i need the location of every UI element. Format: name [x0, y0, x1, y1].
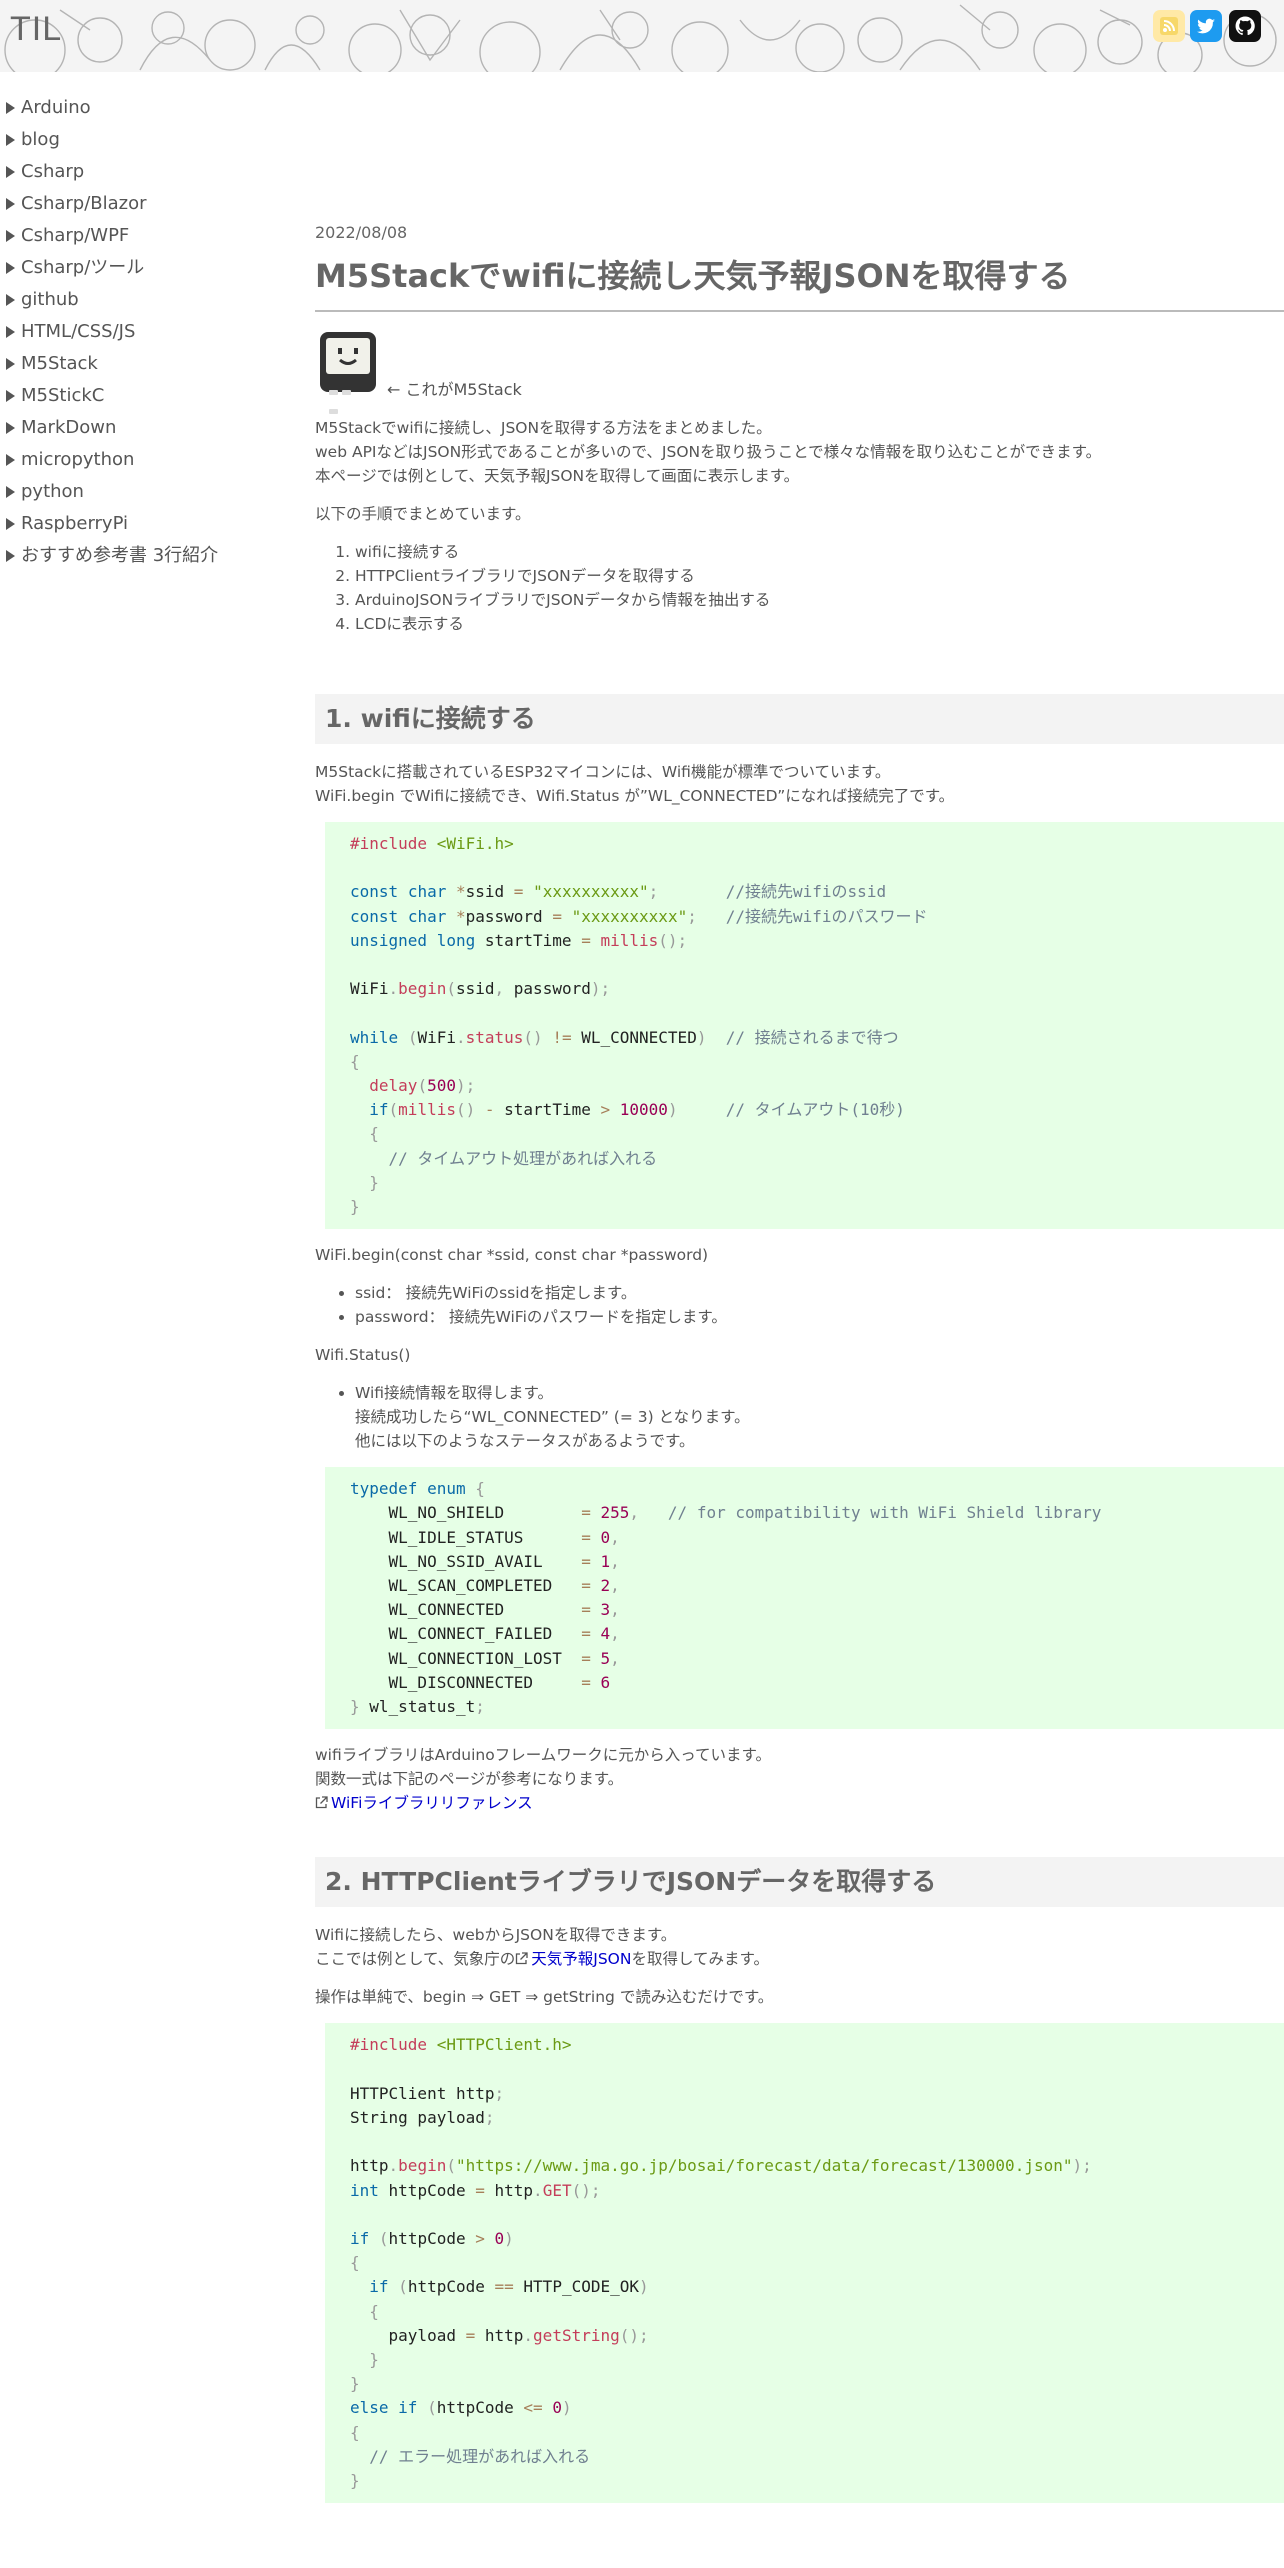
expand-triangle-icon — [6, 198, 15, 210]
expand-triangle-icon — [6, 262, 15, 274]
sidebar-item-csharp-tools[interactable]: Csharp/ツール — [0, 252, 300, 284]
expand-triangle-icon — [6, 454, 15, 466]
rss-icon — [1160, 17, 1178, 35]
steps-intro: 以下の手順でまとめています。 — [315, 505, 531, 523]
sidebar-item-csharp-blazor[interactable]: Csharp/Blazor — [0, 188, 300, 220]
intro-line: 本ページでは例として、天気予報JSONを取得して画面に表示します。 — [315, 467, 800, 485]
article: 2022/08/08 M5Stackでwifiに接続し天気予報JSONを取得する… — [315, 220, 1284, 2504]
paragraph-line: WiFi.begin でWifiに接続でき、Wifi.Status が”WL_C… — [315, 787, 955, 805]
github-icon — [1235, 16, 1255, 36]
expand-triangle-icon — [6, 294, 15, 306]
sidebar-item-label: Csharp/WPF — [21, 225, 130, 246]
status-desc-list: Wifi接続情報を取得します。 接続成功したら“WL_CONNECTED” (=… — [315, 1381, 1284, 1453]
sidebar-item-micropython[interactable]: micropython — [0, 444, 300, 476]
m5stack-figure: ← これがM5Stack — [315, 332, 1284, 414]
function-signature: WiFi.begin(const char *ssid, const char … — [315, 1246, 709, 1265]
wifi-library-reference-link[interactable]: WiFiライブラリリファレンス — [331, 1794, 533, 1812]
expand-triangle-icon — [6, 230, 15, 242]
weather-json-link[interactable]: 天気予報JSON — [531, 1950, 631, 1968]
expand-triangle-icon — [6, 518, 15, 530]
code-block-status-enum[interactable]: typedef enum { WL_NO_SHIELD = 255, // fo… — [325, 1467, 1284, 1730]
github-button[interactable] — [1229, 10, 1261, 42]
sidebar-item-csharp[interactable]: Csharp — [0, 156, 300, 188]
site-title[interactable]: TIL — [10, 10, 62, 49]
sidebar-item-arduino[interactable]: Arduino — [0, 92, 300, 124]
expand-triangle-icon — [6, 550, 15, 562]
paragraph-line: wifiライブラリはArduinoフレームワークに元から入っています。 — [315, 1746, 771, 1765]
sidebar-item-m5stickc[interactable]: M5StickC — [0, 380, 300, 412]
list-item: ArduinoJSONライブラリでJSONデータから情報を抽出する — [355, 588, 1284, 612]
title-divider — [315, 310, 1284, 312]
sidebar-item-label: Csharp/ツール — [21, 257, 145, 278]
list-item: ssid： 接続先WiFiのssidを指定します。 — [355, 1281, 1284, 1305]
sidebar-item-html-css-js[interactable]: HTML/CSS/JS — [0, 316, 300, 348]
sidebar-category-tree: Arduino blog Csharp Csharp/Blazor Csharp… — [0, 92, 300, 572]
sidebar-item-label: Arduino — [21, 97, 91, 118]
m5stack-image — [320, 332, 376, 414]
list-item: wifiに接続する — [355, 540, 1284, 564]
post-date: 2022/08/08 — [315, 223, 408, 242]
paragraph-line: ここでは例として、気象庁の 天気予報JSONを取得してみます。 — [315, 1948, 769, 1969]
intro-line: M5Stackでwifiに接続し、JSONを取得する方法をまとめました。 — [315, 419, 772, 437]
paragraph-line: Wifiに接続したら、webからJSONを取得できます。 — [315, 1926, 677, 1945]
sidebar-item-label: blog — [21, 129, 60, 150]
sidebar-item-label: HTML/CSS/JS — [21, 321, 136, 342]
sidebar-item-label: おすすめ参考書 3行紹介 — [21, 545, 219, 566]
expand-triangle-icon — [6, 166, 15, 178]
sidebar-item-python[interactable]: python — [0, 476, 300, 508]
smile-face-icon — [338, 348, 358, 365]
page-title: M5Stackでwifiに接続し天気予報JSONを取得する — [315, 257, 1071, 295]
sidebar-item-raspberrypi[interactable]: RaspberryPi — [0, 508, 300, 540]
sidebar-item-label: Csharp — [21, 161, 85, 182]
twitter-icon — [1197, 18, 1215, 34]
paragraph-line: 関数一式は下記のページが参考になります。 — [315, 1770, 624, 1789]
expand-triangle-icon — [6, 422, 15, 434]
sidebar-item-csharp-wpf[interactable]: Csharp/WPF — [0, 220, 300, 252]
steps-list: wifiに接続する HTTPClientライブラリでJSONデータを取得する A… — [315, 540, 1284, 636]
sidebar-item-recommended-books[interactable]: おすすめ参考書 3行紹介 — [0, 540, 300, 572]
site-header: TIL — [0, 0, 1284, 72]
twitter-button[interactable] — [1190, 10, 1222, 42]
list-item: password： 接続先WiFiのパスワードを指定します。 — [355, 1305, 1284, 1329]
rss-button[interactable] — [1153, 10, 1185, 42]
function-signature: Wifi.Status() — [315, 1346, 411, 1365]
code-block-httpclient[interactable]: #include <HTTPClient.h> HTTPClient http;… — [325, 2023, 1284, 2504]
section-heading: 2. HTTPClientライブラリでJSONデータを取得する — [315, 1857, 1284, 1908]
sidebar-item-label: github — [21, 289, 79, 310]
sidebar-item-label: RaspberryPi — [21, 513, 129, 534]
sidebar-item-label: python — [21, 481, 84, 502]
sidebar-item-label: MarkDown — [21, 417, 117, 438]
sidebar-item-label: micropython — [21, 449, 135, 470]
m5stack-buttons — [329, 380, 367, 414]
expand-triangle-icon — [6, 134, 15, 146]
expand-triangle-icon — [6, 102, 15, 114]
code-block-wifi[interactable]: #include <WiFi.h> const char *ssid = "xx… — [325, 822, 1284, 1230]
expand-triangle-icon — [6, 390, 15, 402]
sidebar-item-label: Csharp/Blazor — [21, 193, 147, 214]
header-doodle-illustration — [4, 4, 1277, 72]
list-item: LCDに表示する — [355, 612, 1284, 636]
paragraph-line: M5Stackに搭載されているESP32マイコンには、Wifi機能が標準でついて… — [315, 763, 891, 781]
image-caption: ← これがM5Stack — [387, 380, 522, 399]
paragraph-line: 操作は単純で、begin ⇒ GET ⇒ getString で読み込むだけです… — [315, 1988, 774, 2007]
sidebar-item-m5stack[interactable]: M5Stack — [0, 348, 300, 380]
expand-triangle-icon — [6, 358, 15, 370]
section-heading: 1. wifiに接続する — [315, 694, 1284, 744]
sidebar-item-github[interactable]: github — [0, 284, 300, 316]
expand-triangle-icon — [6, 326, 15, 338]
begin-params-list: ssid： 接続先WiFiのssidを指定します。 password： 接続先W… — [315, 1281, 1284, 1329]
list-item: HTTPClientライブラリでJSONデータを取得する — [355, 564, 1284, 588]
sidebar-item-label: M5StickC — [21, 385, 105, 406]
intro-line: web APIなどはJSON形式であることが多いので、JSONを取り扱うことで様… — [315, 443, 1102, 461]
m5stack-screen — [326, 338, 370, 374]
sidebar-item-label: M5Stack — [21, 353, 98, 374]
external-link-icon — [515, 1948, 528, 1965]
expand-triangle-icon — [6, 486, 15, 498]
external-link-icon — [315, 1792, 328, 1809]
sidebar-item-blog[interactable]: blog — [0, 124, 300, 156]
sidebar-item-markdown[interactable]: MarkDown — [0, 412, 300, 444]
list-item: Wifi接続情報を取得します。 接続成功したら“WL_CONNECTED” (=… — [355, 1381, 1284, 1453]
